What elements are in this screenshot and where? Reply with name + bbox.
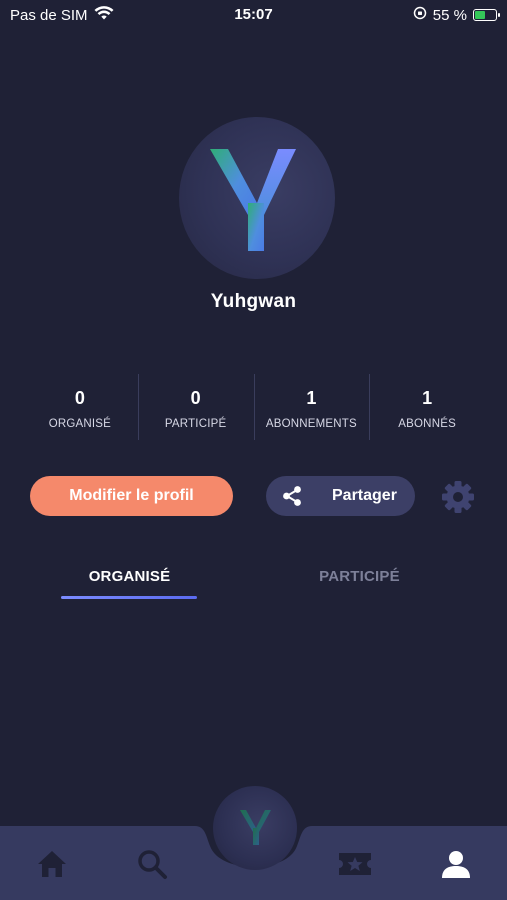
profile-screen: Pas de SIM 15:07 55 % Yuhgwan 0 ORGANISÉ… [0,0,507,900]
share-button[interactable]: Partager [266,476,415,516]
status-right: 55 % [413,6,500,24]
stat-label: ABONNEMENTS [265,418,357,430]
center-home-button[interactable] [213,786,297,870]
stat-label: ABONNÉS [398,418,456,430]
app-logo-icon [240,810,271,845]
search-icon [138,850,167,879]
username: Yuhgwan [210,291,297,312]
battery-icon [473,9,500,21]
share-label: Partager [332,487,397,504]
profile-tabs: ORGANISÉ PARTICIPÉ [0,560,507,600]
status-bar: Pas de SIM 15:07 55 % [0,0,507,30]
stat-value: 0 [190,388,201,408]
profile-icon [442,851,470,878]
gear-icon [442,481,474,513]
stat-value: 0 [74,388,85,408]
stat-subscribers[interactable]: 1 ABONNÉS [369,374,485,442]
avatar-logo-icon [210,149,296,251]
active-tab-indicator [61,596,197,599]
orientation-lock-icon [413,6,427,24]
tab-organized[interactable]: ORGANISÉ [62,568,197,585]
stat-label: PARTICIPÉ [164,418,227,430]
stat-value: 1 [422,388,433,408]
ticket-star-icon [339,853,371,875]
stat-value: 1 [306,388,317,408]
stat-organized[interactable]: 0 ORGANISÉ [22,374,138,442]
edit-profile-button[interactable]: Modifier le profil [30,476,233,516]
avatar[interactable] [179,117,335,279]
settings-button[interactable] [440,479,476,515]
nav-home[interactable] [34,846,70,882]
nav-events[interactable] [337,846,373,882]
stat-participated[interactable]: 0 PARTICIPÉ [137,374,254,442]
stat-label: ORGANISÉ [48,418,112,430]
tab-participated[interactable]: PARTICIPÉ [292,568,427,585]
stat-subscriptions[interactable]: 1 ABONNEMENTS [253,374,370,442]
stats-row: 0 ORGANISÉ 0 PARTICIPÉ 1 ABONNEMENTS 1 A… [22,374,485,442]
share-icon [281,485,303,512]
home-icon [38,851,66,877]
nav-search[interactable] [134,846,170,882]
nav-profile[interactable] [438,846,474,882]
battery-fill [475,11,486,19]
battery-percent: 55 % [432,6,467,24]
